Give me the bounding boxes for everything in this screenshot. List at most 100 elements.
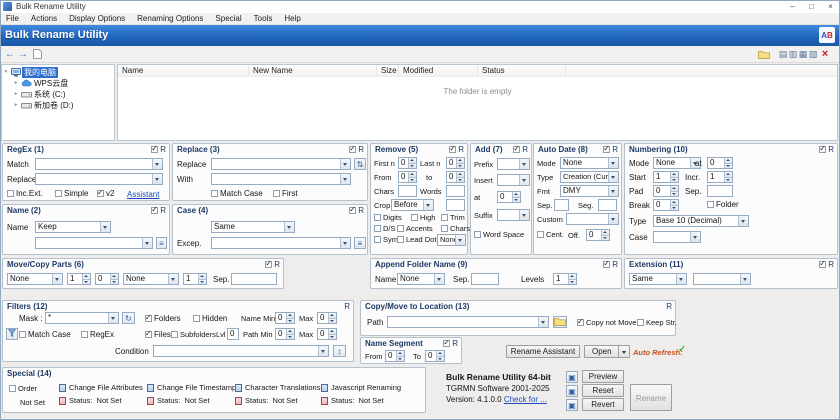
name-reset-button[interactable]: R [160,206,166,215]
regex-enable-checkbox[interactable] [151,146,158,153]
numbering-start-spinner[interactable]: 1 [653,171,679,183]
preview-button[interactable]: Preview [582,370,624,383]
remove-crop-input[interactable] [446,199,465,211]
remove-lastn-spinner[interactable]: 0 [446,157,465,169]
tree-label-drive-c[interactable]: 系统 (C:) [32,89,68,100]
rename-button[interactable]: Rename [630,384,672,411]
filters-regex-checkbox[interactable]: RegEx [81,330,114,339]
auto-refresh-toggle[interactable]: Auto Refresh: [633,348,683,357]
browse-folder-icon[interactable] [553,316,567,328]
filters-lvl-input[interactable]: 0 [227,328,239,340]
replace-search-combo[interactable] [211,158,351,170]
replace-matchcase-checkbox[interactable]: Match Case [211,189,263,198]
menu-display-options[interactable]: Display Options [63,13,131,25]
case-exceptions-combo[interactable] [211,237,351,249]
rename-assistant-button[interactable]: Rename Assistant [506,345,580,358]
remove-digits-checkbox[interactable]: Digits [374,213,402,222]
add-wordspace-checkbox[interactable]: Word Space [474,230,524,239]
autodate-mode-combo[interactable]: None [560,157,619,169]
autodate-offset-spinner[interactable]: 0 [586,229,610,241]
regex-v2-checkbox[interactable]: v2 [97,189,114,198]
filters-pathmin-spinner[interactable]: 0 [275,328,295,340]
movecopy-part1-combo[interactable]: None [7,273,63,285]
regex-replace-combo[interactable] [35,173,163,185]
namesegment-reset-button[interactable]: R [452,339,458,348]
numbering-folder-checkbox[interactable]: Folder [707,200,739,209]
name-mode-combo[interactable]: Keep [35,221,111,233]
remove-chars2-checkbox[interactable]: Chars [441,224,470,233]
filters-folders-checkbox[interactable]: Folders [145,314,181,323]
filters-namemax-spinner[interactable]: 0 [317,312,337,324]
remove-accents-checkbox[interactable]: Accents [397,224,433,233]
tree-item-computer[interactable]: ▾ 我的电脑 [2,67,114,77]
filters-pathmax-spinner[interactable]: 0 [317,328,337,340]
minimize-button[interactable]: – [783,0,802,13]
menu-help[interactable]: Help [278,13,306,25]
tree-label-computer[interactable]: 我的电脑 [22,67,58,78]
remove-words-input[interactable] [446,185,465,197]
movecopy-enable-checkbox[interactable] [265,261,272,268]
replace-swap-icon[interactable]: ⇅ [354,158,366,170]
regex-simple-checkbox[interactable]: Simple [55,189,88,198]
menu-actions[interactable]: Actions [25,13,63,25]
expand-icon[interactable]: ▸ [12,80,20,86]
appendfolder-mode-combo[interactable]: None [397,273,445,285]
tree-label-wps-cloud[interactable]: WPS云盘 [32,78,70,89]
filters-files-checkbox[interactable]: Files [145,330,171,339]
regex-incext-checkbox[interactable]: Inc.Ext. [7,189,43,198]
tree-label-drive-d[interactable]: 新加卷 (D:) [32,100,76,111]
remove-high-checkbox[interactable]: High [411,213,435,222]
clear-list-icon[interactable]: × [818,47,832,61]
name-pattern-combo[interactable] [35,237,153,249]
autodate-enable-checkbox[interactable] [603,146,610,153]
extension-reset-button[interactable]: R [828,260,834,269]
special-javascript-item[interactable]: Javascript Renaming [321,383,401,392]
filter-funnel-icon[interactable] [6,328,18,340]
remove-special-combo[interactable]: None [437,234,466,246]
remove-to-spinner[interactable]: 0 [446,171,465,183]
replace-enable-checkbox[interactable] [349,146,356,153]
close-button[interactable]: × [821,0,840,13]
copymove-keepstr-checkbox[interactable]: Keep Str. [637,318,677,327]
copymove-reset-button[interactable]: R [666,302,672,311]
movecopy-sep-input[interactable] [231,273,277,285]
autodate-seg-input[interactable] [598,199,617,211]
numbering-break-spinner[interactable]: 0 [653,199,679,211]
add-prefix-combo[interactable] [497,158,530,170]
tree-item-drive-c[interactable]: ▸ 系统 (C:) [2,89,114,99]
filters-mask-combo[interactable]: * [45,312,119,324]
numbering-case-combo[interactable] [653,231,701,243]
menu-special[interactable]: Special [209,13,247,25]
refresh-icon[interactable]: ↻ [122,312,135,324]
extension-mode-combo[interactable]: Same [629,273,687,285]
add-enable-checkbox[interactable] [513,146,520,153]
movecopy-part2-combo[interactable]: None [123,273,179,285]
replace-first-checkbox[interactable]: First [273,189,298,198]
remove-ds-checkbox[interactable]: D/S [374,224,396,233]
revert-aux-button[interactable]: ▣ [566,399,578,411]
special-timestamps-item[interactable]: Change File Timestamps [147,383,240,392]
numbering-reset-button[interactable]: R [828,145,834,154]
numbering-sep-input[interactable] [707,185,733,197]
reset-button[interactable]: Reset [582,384,624,397]
numbering-incr-spinner[interactable]: 1 [707,171,733,183]
copymove-copynotmove-checkbox[interactable]: Copy not Move [577,318,636,327]
document-icon[interactable] [30,47,44,61]
extension-enable-checkbox[interactable] [819,261,826,268]
change-folder-icon[interactable] [757,47,771,61]
namesegment-to-spinner[interactable]: 0 [425,350,445,362]
regex-match-combo[interactable] [35,158,163,170]
filters-subfolders-checkbox[interactable]: Subfolders [171,330,216,339]
numbering-type-combo[interactable]: Base 10 (Decimal) [653,215,749,227]
filters-matchcase-checkbox[interactable]: Match Case [19,330,71,339]
case-enable-checkbox[interactable] [349,207,356,214]
autodate-custom-combo[interactable] [566,213,619,225]
movecopy-count3-spinner[interactable]: 1 [183,273,207,285]
autodate-type-combo[interactable]: Creation (Cur [560,171,619,183]
menu-renaming-options[interactable]: Renaming Options [131,13,209,25]
open-button[interactable]: Open [584,345,630,358]
movecopy-reset-button[interactable]: R [274,260,280,269]
preview-aux-button[interactable]: ▣ [566,371,578,383]
numbering-enable-checkbox[interactable] [819,146,826,153]
regex-reset-button[interactable]: R [160,145,166,154]
